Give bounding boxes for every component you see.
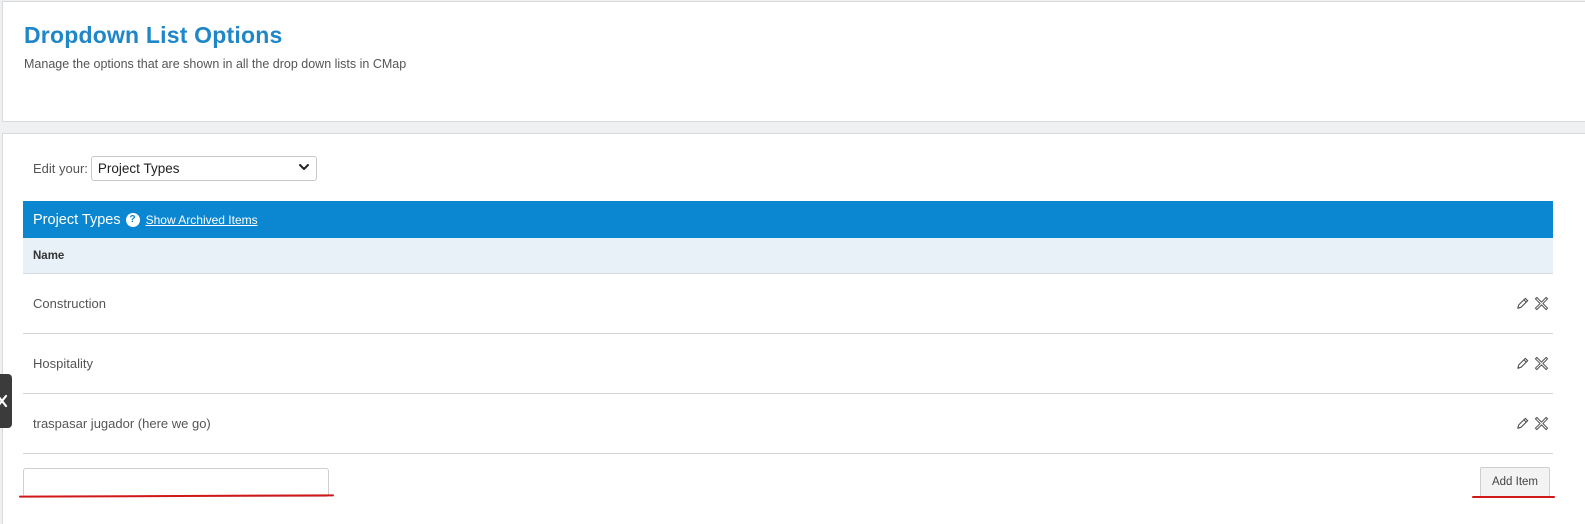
new-item-input[interactable] [23, 468, 329, 497]
archive-x-icon[interactable] [1534, 296, 1549, 311]
list-title: Project Types [33, 211, 121, 228]
annotation-underline-button [1472, 496, 1555, 498]
page-subtitle: Manage the options that are shown in all… [24, 57, 407, 71]
row-actions [1515, 356, 1549, 371]
list-header-bar: Project Types ? Show Archived Items [23, 201, 1553, 238]
pencil-icon[interactable] [1515, 356, 1530, 371]
add-item-row: Add Item [23, 454, 1553, 514]
list-item: Construction [23, 274, 1553, 334]
options-list-panel: Project Types ? Show Archived Items Name… [23, 201, 1553, 514]
close-x-icon [0, 394, 8, 408]
chevron-down-icon [298, 163, 309, 170]
pencil-icon[interactable] [1515, 296, 1530, 311]
row-actions [1515, 296, 1549, 311]
list-type-select[interactable]: Project Types [90, 155, 317, 181]
page: Dropdown List Options Manage the options… [0, 0, 1585, 524]
side-feedback-tab[interactable] [0, 374, 12, 428]
edit-your-label: Edit your: [33, 160, 88, 176]
page-title: Dropdown List Options [24, 22, 283, 48]
list-item: traspasar jugador (here we go) [23, 394, 1553, 454]
pencil-icon[interactable] [1515, 416, 1530, 431]
list-item: Hospitality [23, 334, 1553, 394]
add-item-button[interactable]: Add Item [1480, 467, 1550, 497]
column-header-name: Name [23, 238, 1553, 274]
list-item-name: traspasar jugador (here we go) [33, 416, 211, 431]
show-archived-items-link[interactable]: Show Archived Items [146, 213, 258, 227]
row-actions [1515, 416, 1549, 431]
main-panel: Edit your: Project Types Project Types ?… [2, 133, 1585, 524]
archive-x-icon[interactable] [1534, 416, 1549, 431]
list-item-name: Construction [33, 296, 106, 311]
page-header: Dropdown List Options Manage the options… [2, 1, 1585, 122]
list-type-select-value: Project Types [97, 160, 180, 176]
archive-x-icon[interactable] [1534, 356, 1549, 371]
list-item-name: Hospitality [33, 356, 93, 371]
list-selector-row: Edit your: Project Types [33, 154, 317, 182]
help-icon[interactable]: ? [125, 212, 140, 227]
